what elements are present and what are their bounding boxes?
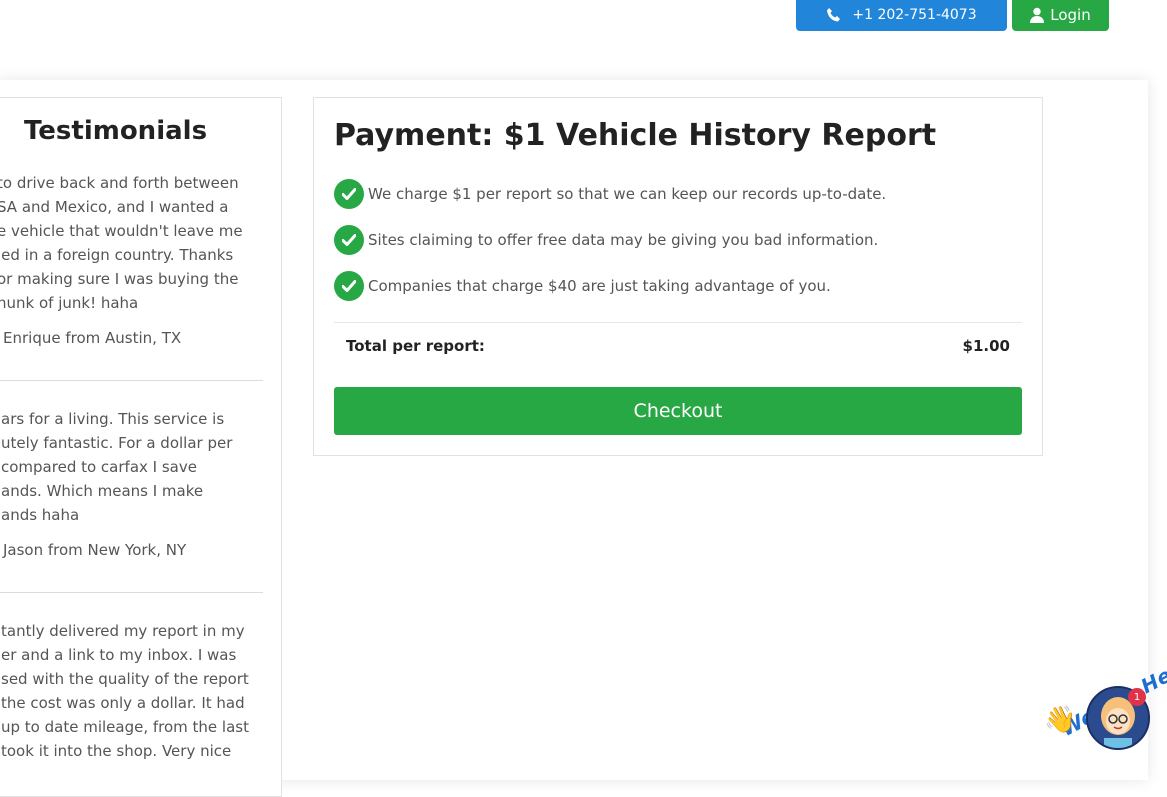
phone-number: +1 202-751-4073	[852, 6, 977, 23]
payment-bullet: Sites claiming to offer free data may be…	[334, 225, 878, 255]
testimonials-panel: Testimonials to drive back and forth bet…	[0, 97, 282, 797]
payment-card: Payment: $1 Vehicle History Report We ch…	[313, 97, 1043, 456]
total-value: $1.00	[962, 337, 1010, 355]
phone-button[interactable]: +1 202-751-4073	[796, 0, 1007, 31]
testimonial-author: Enrique from Austin, TX	[3, 329, 182, 347]
checkout-button[interactable]: Checkout	[334, 387, 1022, 435]
testimonial-author: Jason from New York, NY	[3, 541, 187, 559]
check-circle-icon	[334, 271, 364, 301]
notification-badge: 1	[1128, 688, 1146, 706]
payment-bullet-text: Sites claiming to offer free data may be…	[368, 231, 879, 249]
testimonial-divider	[0, 592, 263, 593]
testimonial-quote: tantly delivered my report in my er and …	[1, 622, 249, 760]
login-button[interactable]: Login	[1012, 0, 1109, 31]
login-label: Login	[1050, 5, 1091, 24]
phone-icon	[826, 7, 842, 23]
waving-hand-icon: 👋	[1044, 705, 1077, 735]
payment-bullet-text: Companies that charge $40 are just takin…	[368, 277, 831, 295]
total-label: Total per report:	[346, 337, 485, 355]
chat-widget[interactable]: We Are Here! 👋 1	[1040, 647, 1167, 763]
payment-title: Payment: $1 Vehicle History Report	[334, 118, 937, 153]
total-row: Total per report: $1.00	[334, 322, 1022, 372]
testimonial-quote: ars for a living. This service is utely …	[1, 410, 233, 524]
payment-bullet: We charge $1 per report so that we can k…	[334, 179, 886, 209]
payment-bullet-text: We charge $1 per report so that we can k…	[368, 185, 887, 203]
testimonial-divider	[0, 380, 263, 381]
user-icon	[1030, 7, 1045, 23]
testimonials-title: Testimonials	[24, 116, 208, 146]
check-circle-icon	[334, 179, 364, 209]
payment-bullet: Companies that charge $40 are just takin…	[334, 271, 831, 301]
testimonial-quote: to drive back and forth between SA and M…	[0, 174, 243, 312]
check-circle-icon	[334, 225, 364, 255]
